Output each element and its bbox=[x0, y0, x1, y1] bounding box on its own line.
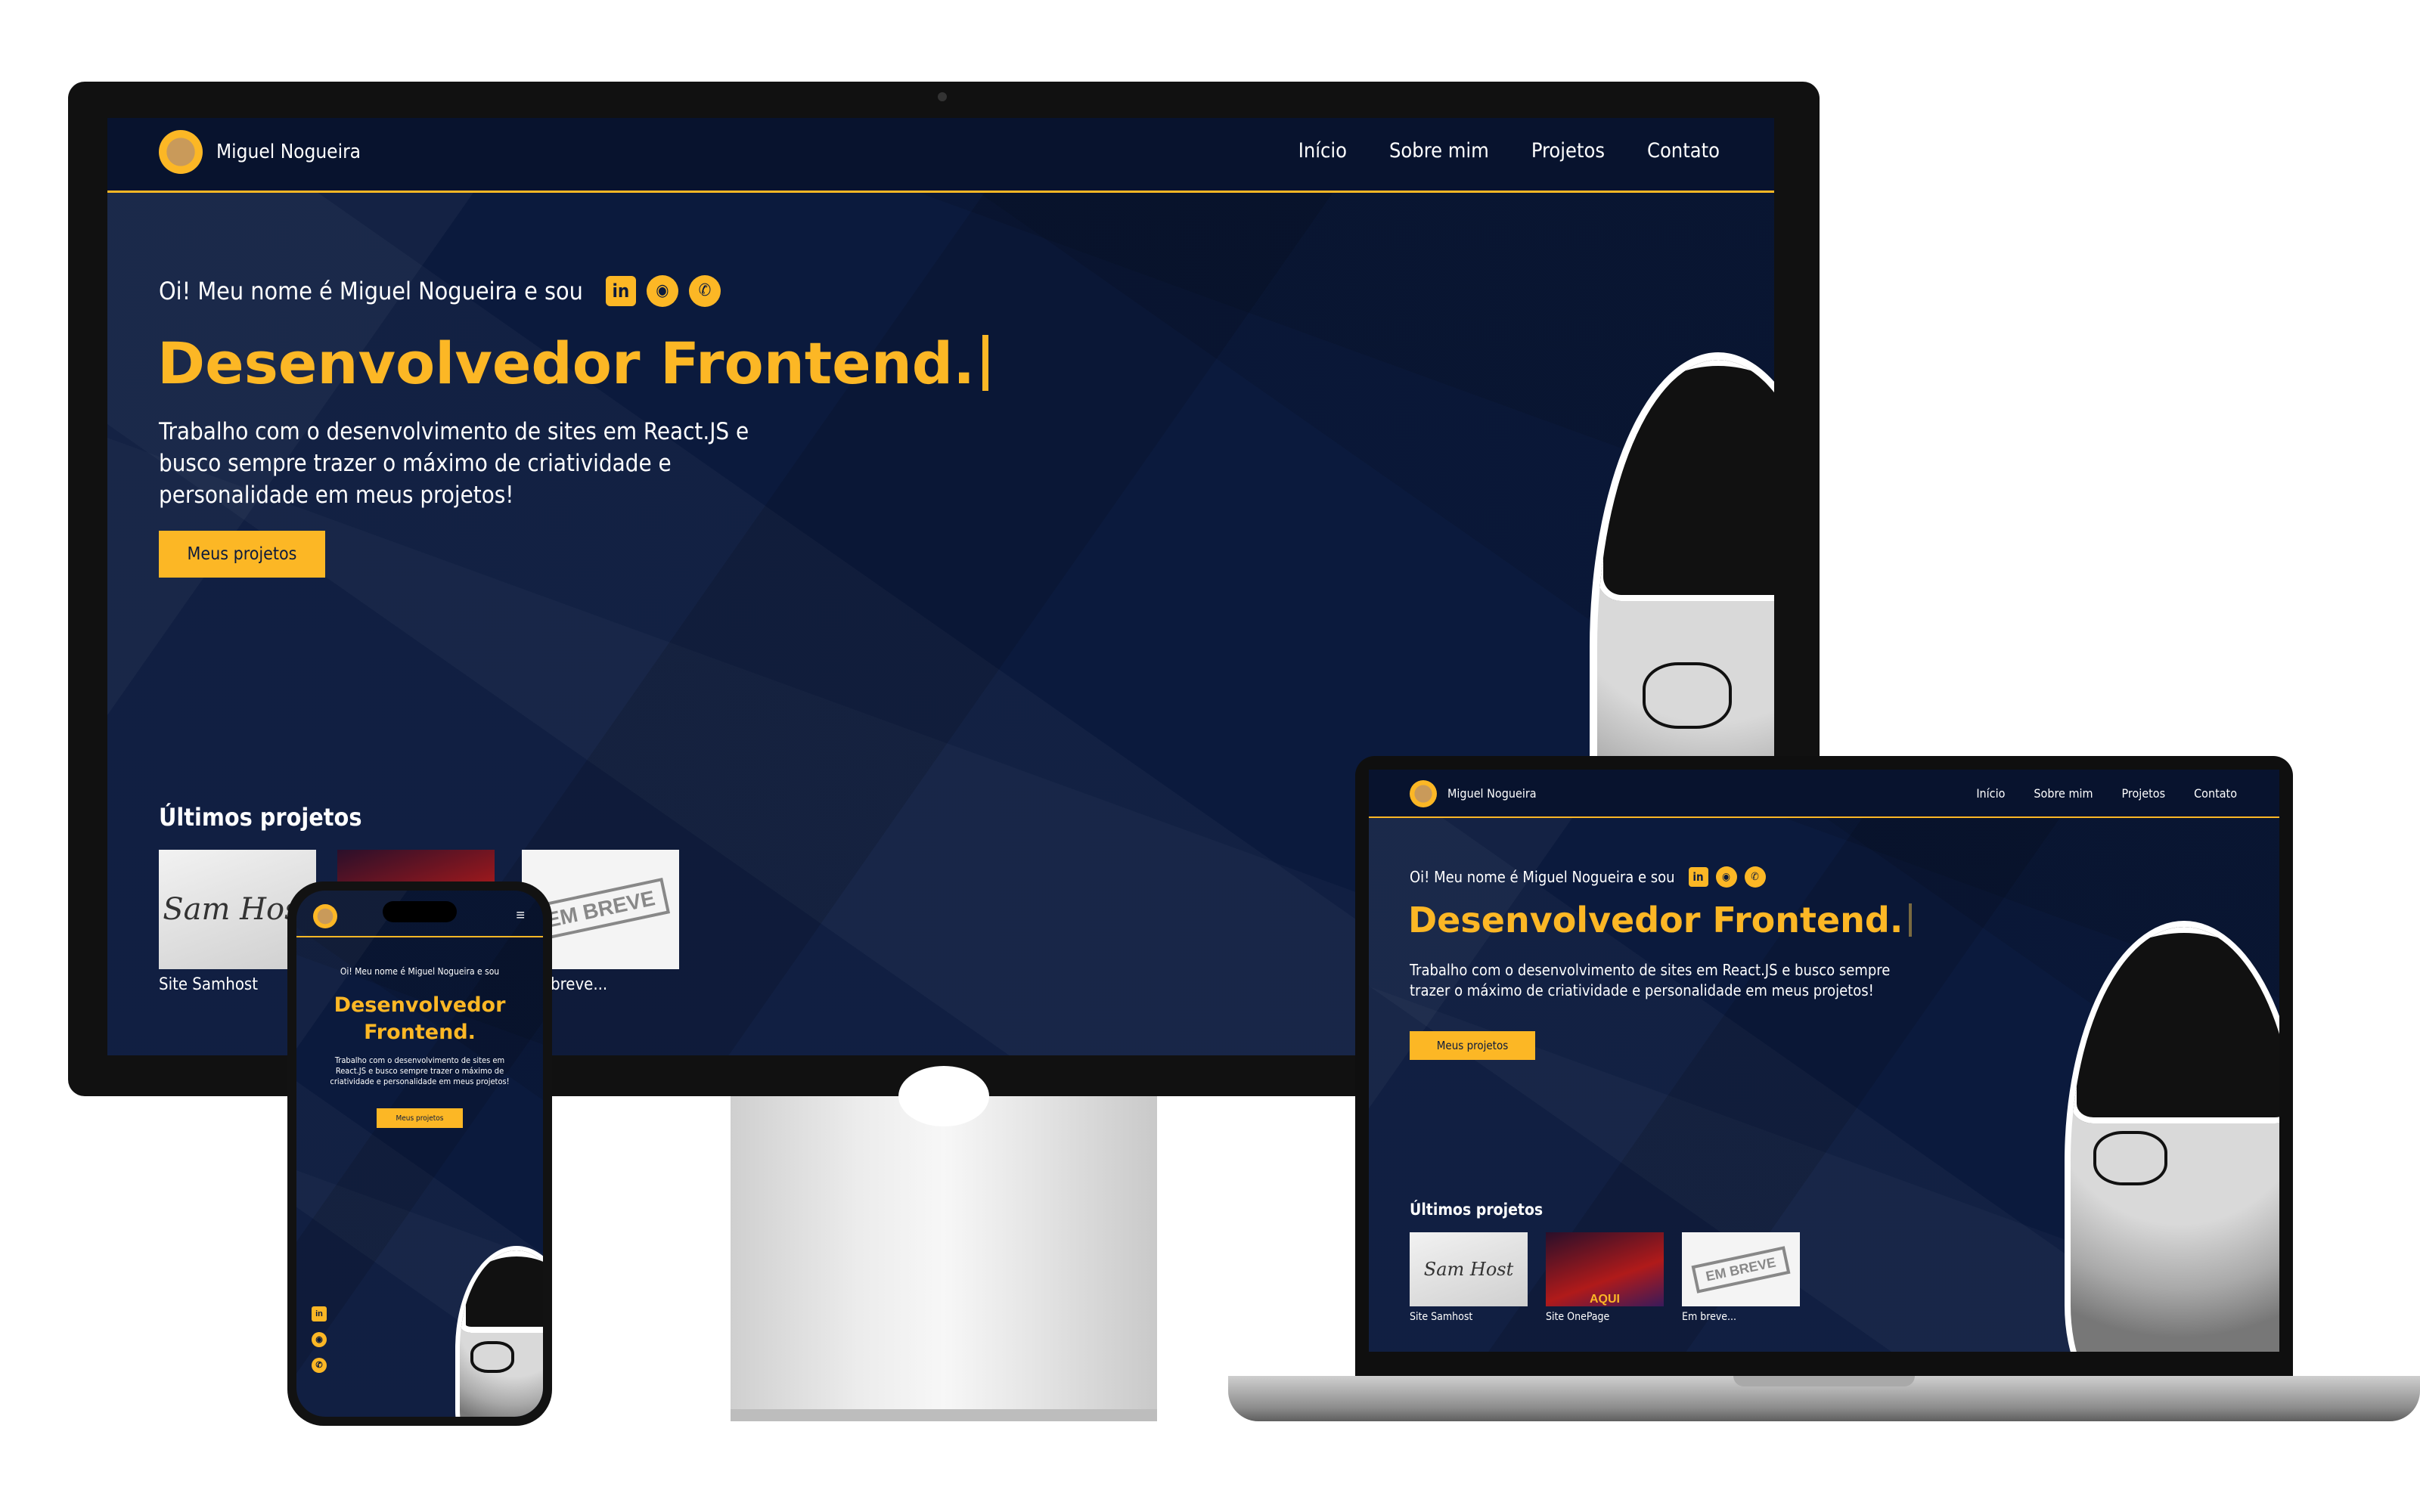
site-header: Miguel Nogueira Início Sobre mim Projeto… bbox=[1369, 770, 2279, 818]
github-icon[interactable]: ◉ bbox=[646, 275, 678, 307]
project-thumbnail[interactable]: AQUI bbox=[1546, 1232, 1664, 1306]
typing-cursor bbox=[1909, 903, 1913, 937]
hero-intro: Oi! Meu nome é Miguel Nogueira e sou in … bbox=[159, 275, 721, 307]
whatsapp-icon[interactable]: ✆ bbox=[312, 1358, 327, 1373]
nav-projetos[interactable]: Projetos bbox=[1531, 139, 1605, 163]
phone-screen: ≡ Oi! Meu nome é Miguel Nogueira e sou D… bbox=[296, 891, 543, 1417]
github-icon[interactable]: ◉ bbox=[312, 1332, 327, 1347]
whatsapp-icon[interactable]: ✆ bbox=[688, 275, 721, 307]
brand-name[interactable]: Miguel Nogueira bbox=[1447, 786, 1537, 801]
laptop: Miguel Nogueira Início Sobre mim Projeto… bbox=[1355, 756, 2293, 1376]
portrait-image bbox=[455, 1246, 543, 1417]
nav-projetos[interactable]: Projetos bbox=[2122, 786, 2166, 801]
avatar[interactable] bbox=[1410, 780, 1437, 807]
site-header: ≡ bbox=[296, 891, 543, 937]
portrait-image bbox=[2065, 921, 2279, 1352]
whatsapp-icon[interactable]: ✆ bbox=[1744, 866, 1766, 888]
project-thumbnail[interactable]: EM BREVE bbox=[1682, 1232, 1800, 1306]
linkedin-icon[interactable]: in bbox=[605, 276, 636, 306]
role-text: Desenvolvedor Frontend. bbox=[1408, 900, 1903, 940]
hero-title: Desenvolvedor Frontend. bbox=[1408, 900, 1913, 940]
cta-button[interactable]: Meus projetos bbox=[377, 1108, 463, 1128]
hamburger-menu-icon[interactable]: ≡ bbox=[516, 908, 525, 923]
hero-description: Trabalho com o desenvolvimento de sites … bbox=[159, 418, 749, 509]
glasses-shape bbox=[2093, 1131, 2167, 1185]
linkedin-icon[interactable]: in bbox=[312, 1306, 327, 1321]
hero-description: Trabalho com o desenvolvimento de sites … bbox=[1410, 961, 1891, 999]
social-sidebar: in ◉ ✆ bbox=[312, 1306, 327, 1373]
cap-shape bbox=[460, 1250, 543, 1334]
main-nav: Início Sobre mim Projetos Contato bbox=[1976, 786, 2237, 801]
linkedin-icon[interactable]: in bbox=[1688, 867, 1708, 887]
cta-button[interactable]: Meus projetos bbox=[1410, 1031, 1535, 1060]
stand-hole bbox=[898, 1066, 989, 1126]
monitor-stand bbox=[731, 1066, 1157, 1421]
nav-inicio[interactable]: Início bbox=[1976, 786, 2005, 801]
project-card[interactable]: AQUI Site OnePage bbox=[1546, 1232, 1664, 1323]
phone: ≡ Oi! Meu nome é Miguel Nogueira e sou D… bbox=[287, 881, 552, 1426]
thumb-text: AQUI bbox=[1590, 1293, 1620, 1306]
monitor-camera bbox=[938, 92, 947, 101]
hero-description: Trabalho com o desenvolvimento de sites … bbox=[330, 1055, 510, 1086]
hero-title: Desenvolvedor Frontend. bbox=[157, 330, 989, 397]
nav-contato[interactable]: Contato bbox=[1647, 139, 1720, 163]
project-card[interactable]: EM BREVE Em breve... bbox=[1682, 1232, 1800, 1323]
role-text: Desenvolvedor Frontend. bbox=[157, 330, 976, 397]
nav-contato[interactable]: Contato bbox=[2194, 786, 2237, 801]
glasses-shape bbox=[1643, 662, 1732, 729]
main-nav: Início Sobre mim Projetos Contato bbox=[1298, 139, 1720, 163]
project-label[interactable]: Em breve... bbox=[1682, 1311, 1800, 1323]
cap-shape bbox=[1597, 360, 1774, 602]
thumb-text: Sam Host bbox=[1423, 1259, 1514, 1280]
typing-cursor bbox=[982, 335, 989, 391]
laptop-trackpad-notch bbox=[1733, 1376, 1915, 1387]
project-card[interactable]: Sam Host Site Samhost bbox=[1410, 1232, 1528, 1323]
cap-shape bbox=[2071, 927, 2279, 1124]
nav-sobre-mim[interactable]: Sobre mim bbox=[2034, 786, 2093, 801]
intro-text: Oi! Meu nome é Miguel Nogueira e sou bbox=[159, 277, 583, 305]
thumb-text: EM BREVE bbox=[1691, 1245, 1791, 1294]
avatar[interactable] bbox=[159, 130, 203, 174]
intro-text: Oi! Meu nome é Miguel Nogueira e sou bbox=[1410, 868, 1675, 886]
hero-intro: Oi! Meu nome é Miguel Nogueira e sou bbox=[340, 966, 500, 977]
site-header: Miguel Nogueira Início Sobre mim Projeto… bbox=[107, 118, 1774, 193]
hero-title: Desenvolvedor Frontend. bbox=[334, 993, 506, 1044]
laptop-base bbox=[1228, 1376, 2420, 1421]
nav-inicio[interactable]: Início bbox=[1298, 139, 1347, 163]
projects-title: Últimos projetos bbox=[1410, 1201, 1544, 1219]
cta-button[interactable]: Meus projetos bbox=[159, 531, 325, 578]
glasses-shape bbox=[470, 1341, 514, 1373]
nav-sobre-mim[interactable]: Sobre mim bbox=[1389, 139, 1489, 163]
brand-name[interactable]: Miguel Nogueira bbox=[216, 141, 361, 163]
projects-title: Últimos projetos bbox=[159, 803, 362, 832]
laptop-screen: Miguel Nogueira Início Sobre mim Projeto… bbox=[1369, 770, 2279, 1352]
avatar[interactable] bbox=[313, 904, 337, 928]
project-label[interactable]: Site OnePage bbox=[1546, 1311, 1664, 1323]
github-icon[interactable]: ◉ bbox=[1715, 866, 1737, 888]
project-thumbnail[interactable]: Sam Host bbox=[1410, 1232, 1528, 1306]
stand-base bbox=[731, 1409, 1157, 1421]
project-label[interactable]: Site Samhost bbox=[1410, 1311, 1528, 1323]
hero-intro: Oi! Meu nome é Miguel Nogueira e sou in … bbox=[1410, 866, 1766, 888]
